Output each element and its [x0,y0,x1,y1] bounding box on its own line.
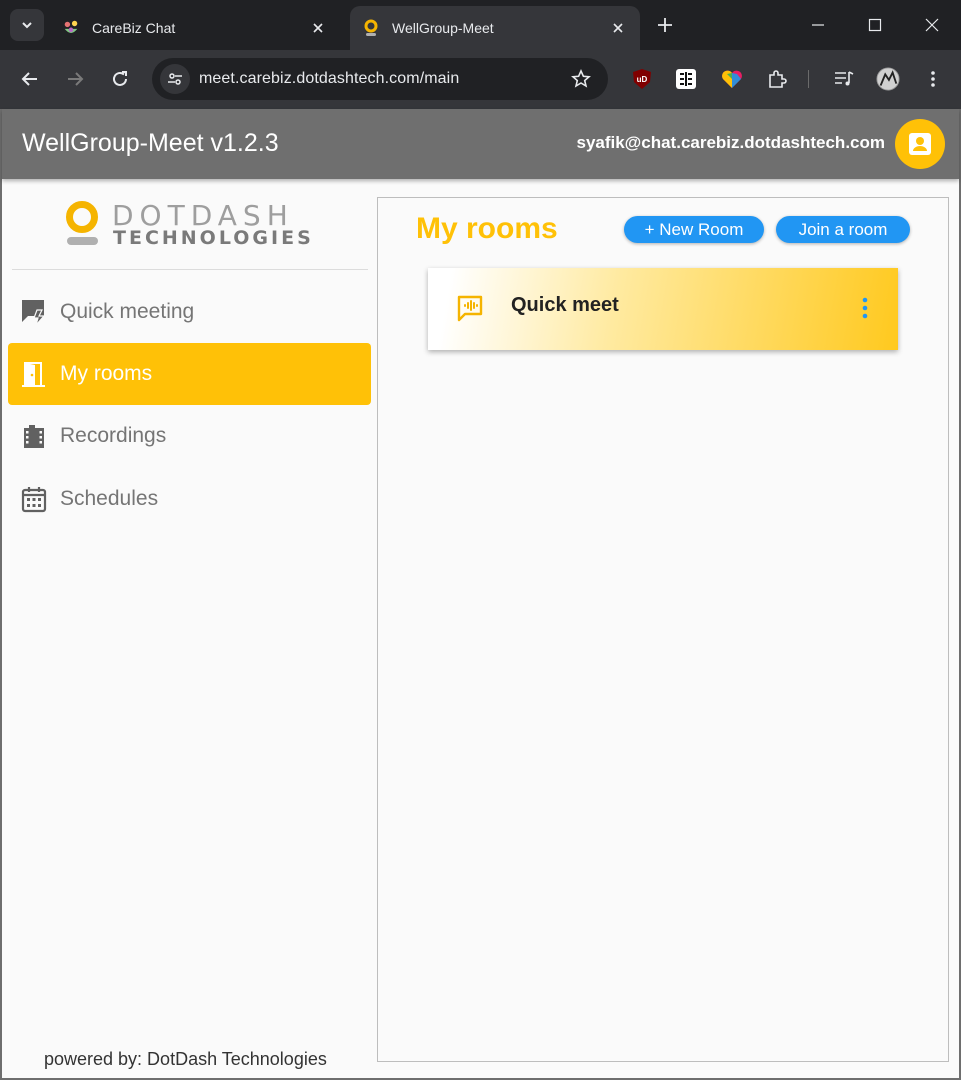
sidebar-item-label: Schedules [60,487,159,510]
tune-icon [168,73,182,85]
reload-button[interactable] [105,64,135,94]
minimize-button[interactable] [803,10,833,40]
browser-toolbar: meet.carebiz.dotdashtech.com/main uD [0,50,961,109]
maximize-button[interactable] [860,10,890,40]
toolbar-divider [808,70,809,88]
sidebar-item-label: Quick meeting [60,300,195,323]
app-window: WellGroup-Meet v1.2.3 syafik@chat.carebi… [0,109,961,1080]
logo-bar-icon [67,237,98,245]
app-title: WellGroup-Meet v1.2.3 [22,129,279,157]
sidebar-divider [12,269,368,270]
page-title: My rooms [416,212,558,245]
arrow-left-icon [21,72,37,86]
media-control-icon[interactable] [832,67,856,91]
logo-line2: TECHNOLOGIES [113,227,314,249]
heart-extension-icon[interactable] [720,67,744,91]
user-avatar-button[interactable] [895,119,945,169]
film-icon [20,422,48,450]
new-room-button[interactable]: + New Room [624,216,764,243]
sidebar-item-my-rooms[interactable]: My rooms [8,343,371,405]
sidebar: DOTDASH TECHNOLOGIES Quick meeting My ro… [2,179,374,1078]
dotdash-logo: DOTDASH TECHNOLOGIES [66,199,316,249]
close-tab-icon[interactable] [606,16,630,40]
calendar-icon [20,485,48,513]
sidebar-item-label: My rooms [60,362,153,385]
arrow-right-icon [68,72,84,86]
door-icon [20,360,48,388]
sidebar-item-schedules[interactable]: Schedules [8,468,371,530]
voice-chat-icon [456,294,484,322]
new-tab-button[interactable] [652,12,678,38]
profile-avatar-icon[interactable] [876,67,900,91]
join-room-button[interactable]: Join a room [776,216,910,243]
carebiz-favicon-icon [62,19,80,37]
chevron-down-icon [22,22,32,29]
ublock-extension-icon[interactable]: uD [630,67,654,91]
minimize-icon [812,24,824,26]
browser-tabstrip: CareBiz Chat WellGroup-Meet [0,0,961,50]
svg-text:uD: uD [637,75,648,84]
room-name: Quick meet [511,294,619,316]
bookmark-star-icon[interactable] [570,68,592,90]
tab-title: WellGroup-Meet [392,20,494,36]
chrome-menu-icon[interactable] [921,67,945,91]
more-vert-icon[interactable] [858,294,872,322]
rooms-panel: My rooms + New Room Join a room Quick me… [377,197,949,1062]
room-card[interactable]: Quick meet [428,268,898,350]
address-bar[interactable]: meet.carebiz.dotdashtech.com/main [152,58,608,100]
user-email: syafik@chat.carebiz.dotdashtech.com [576,133,885,152]
dotdash-favicon-icon [362,19,380,37]
back-button[interactable] [15,64,45,94]
sidebar-item-label: Recordings [60,424,167,447]
browser-tab-wellgroup[interactable]: WellGroup-Meet [350,6,640,50]
app-header: WellGroup-Meet v1.2.3 syafik@chat.carebi… [2,109,959,179]
close-window-button[interactable] [917,10,947,40]
url-text[interactable]: meet.carebiz.dotdashtech.com/main [199,70,459,88]
contact-card-icon [909,133,931,155]
tab-search-button[interactable] [10,9,44,41]
reader-extension-icon[interactable] [674,67,698,91]
plus-icon [658,18,672,32]
sidebar-item-quick-meeting[interactable]: Quick meeting [8,281,371,343]
logo-ring-icon [66,201,98,233]
maximize-icon [868,18,882,32]
site-info-button[interactable] [160,64,190,94]
forward-button[interactable] [60,64,90,94]
tab-title: CareBiz Chat [92,20,176,36]
reload-icon [113,71,127,86]
quick-meeting-icon [20,298,48,326]
sidebar-item-recordings[interactable]: Recordings [8,405,371,467]
close-tab-icon[interactable] [306,16,330,40]
browser-tab-carebiz[interactable]: CareBiz Chat [50,6,340,50]
powered-by-footer: powered by: DotDash Technologies [44,1049,327,1069]
extensions-puzzle-icon[interactable] [765,67,789,91]
close-icon [925,18,939,32]
